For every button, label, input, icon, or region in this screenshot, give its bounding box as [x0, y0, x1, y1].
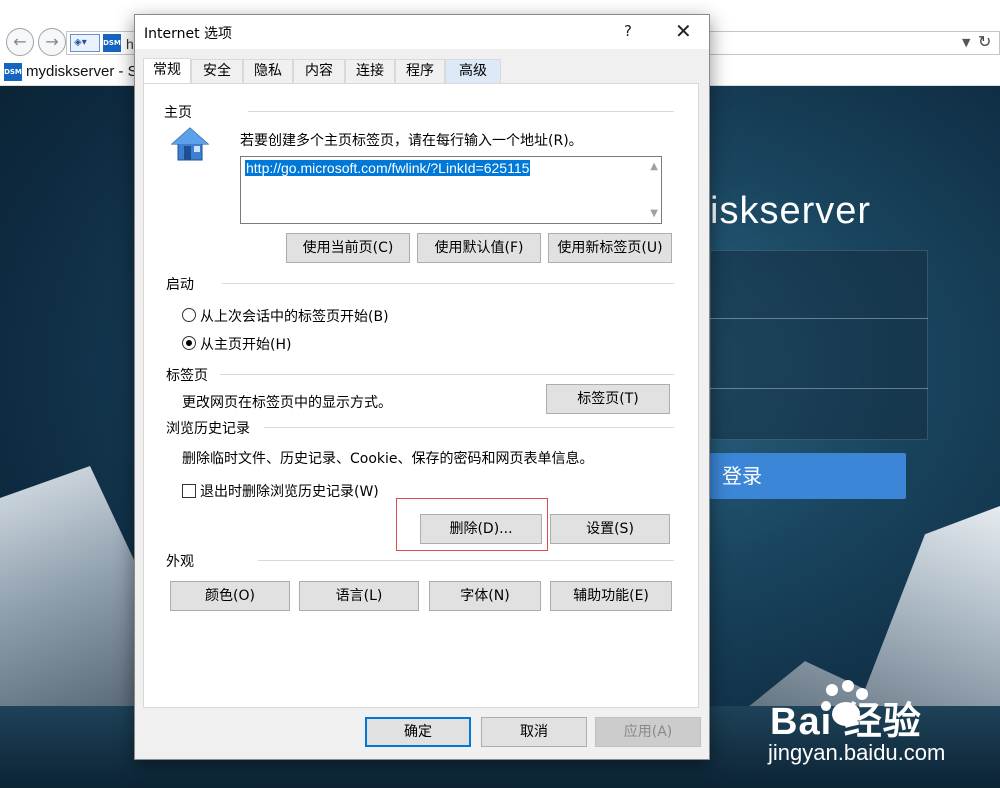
history-divider	[264, 427, 674, 428]
address-dropdown-icon[interactable]: ▼	[962, 36, 970, 49]
refresh-icon[interactable]: ↻	[978, 32, 991, 51]
startup-last-session-label[interactable]: 从上次会话中的标签页开始(B)	[200, 306, 389, 326]
login-button[interactable]: 登录	[710, 453, 906, 499]
login-form-panel	[710, 250, 928, 440]
watermark-url: jingyan.baidu.com	[768, 740, 946, 765]
fonts-button[interactable]: 字体(N)	[429, 581, 541, 611]
password-field-line[interactable]	[710, 388, 928, 389]
dialog-titlebar: Internet 选项 ? ✕	[135, 15, 709, 49]
delete-on-exit-checkbox[interactable]	[182, 484, 196, 498]
login-page-title: iskserver	[710, 190, 872, 232]
history-description: 删除临时文件、历史记录、Cookie、保存的密码和网页表单信息。	[182, 451, 594, 467]
tab-general[interactable]: 常规	[143, 58, 191, 84]
baidu-paw-icon	[821, 680, 868, 726]
address-text[interactable]: h	[126, 36, 134, 52]
homepage-url-text[interactable]: http://go.microsoft.com/fwlink/?LinkId=6…	[245, 160, 531, 176]
use-current-page-button[interactable]: 使用当前页(C)	[286, 233, 410, 263]
delete-on-exit-label[interactable]: 退出时删除浏览历史记录(W)	[200, 481, 379, 501]
startup-divider	[222, 283, 674, 284]
home-icon	[170, 127, 210, 161]
startup-homepage-label[interactable]: 从主页开始(H)	[200, 334, 291, 354]
back-arrow-icon[interactable]: ←	[6, 28, 34, 56]
help-icon[interactable]: ?	[624, 22, 632, 40]
scroll-down-icon[interactable]: ▼	[650, 208, 658, 219]
tab-programs[interactable]: 程序	[395, 59, 445, 83]
general-tab-panel: 主页 若要创建多个主页标签页，请在每行输入一个地址(R)。 http://go.…	[143, 83, 699, 708]
homepage-url-textarea[interactable]: http://go.microsoft.com/fwlink/?LinkId=6…	[240, 156, 662, 224]
browser-tab-title[interactable]: mydiskserver - S	[26, 63, 138, 80]
site-favicon-icon: DSM	[103, 34, 121, 52]
username-field-line[interactable]	[710, 318, 928, 319]
use-new-tab-button[interactable]: 使用新标签页(U)	[548, 233, 672, 263]
homepage-section-label: 主页	[164, 105, 192, 121]
tabs-divider	[220, 374, 674, 375]
homepage-instruction: 若要创建多个主页标签页，请在每行输入一个地址(R)。	[240, 133, 583, 149]
use-default-button[interactable]: 使用默认值(F)	[417, 233, 541, 263]
internet-options-dialog: Internet 选项 ? ✕ 常规 安全 隐私 内容 连接 程序 高级 主页 …	[134, 14, 710, 760]
cancel-button[interactable]: 取消	[481, 717, 587, 747]
tabs-description: 更改网页在标签页中的显示方式。	[182, 395, 392, 411]
tab-favicon-icon: DSM	[4, 63, 22, 81]
colors-button[interactable]: 颜色(O)	[170, 581, 290, 611]
accessibility-button[interactable]: 辅助功能(E)	[550, 581, 672, 611]
startup-section-label: 启动	[166, 277, 194, 293]
history-section-label: 浏览历史记录	[166, 421, 250, 437]
tab-privacy[interactable]: 隐私	[243, 59, 293, 83]
tabs-section-label: 标签页	[166, 368, 208, 384]
appearance-section-label: 外观	[166, 554, 194, 570]
tab-content[interactable]: 内容	[293, 59, 345, 83]
ok-button[interactable]: 确定	[365, 717, 471, 747]
startup-homepage-radio[interactable]	[182, 336, 196, 350]
appearance-divider	[258, 560, 674, 561]
forward-arrow-icon[interactable]: →	[38, 28, 66, 56]
dialog-title: Internet 选项	[144, 26, 233, 42]
homepage-divider	[248, 111, 674, 112]
annotation-highlight	[396, 498, 548, 551]
tab-advanced[interactable]: 高级	[445, 59, 501, 83]
history-settings-button[interactable]: 设置(S)	[550, 514, 670, 544]
tab-connections[interactable]: 连接	[345, 59, 395, 83]
startup-last-session-radio[interactable]	[182, 308, 196, 322]
apply-button[interactable]: 应用(A)	[595, 717, 701, 747]
languages-button[interactable]: 语言(L)	[299, 581, 419, 611]
close-icon[interactable]: ✕	[675, 19, 692, 43]
security-shield-icon[interactable]: ◈▾	[70, 34, 100, 52]
scroll-up-icon[interactable]: ▲	[650, 161, 658, 172]
tabs-settings-button[interactable]: 标签页(T)	[546, 384, 670, 414]
tab-security[interactable]: 安全	[191, 59, 243, 83]
